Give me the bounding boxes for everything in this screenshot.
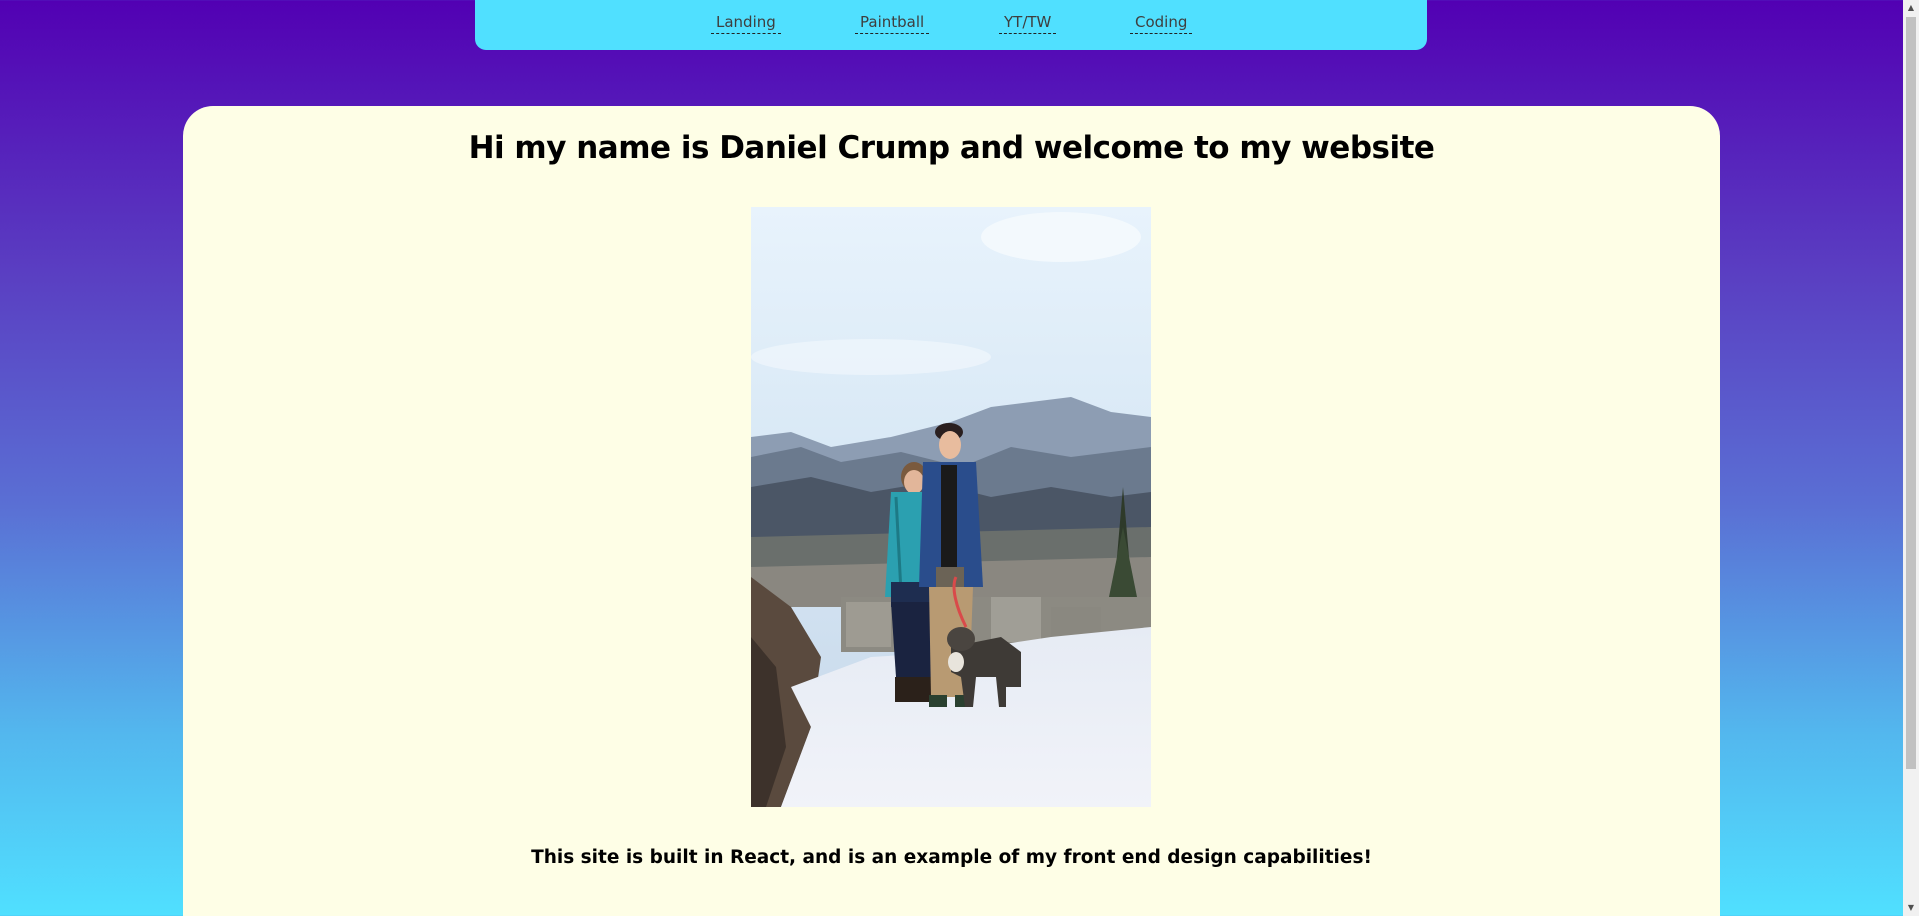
vertical-scrollbar[interactable]: ▲ ▼ [1903,0,1919,916]
nav-link-yt-tw[interactable]: YT/TW [999,13,1057,34]
profile-photo [751,207,1151,807]
site-description: This site is built in React, and is an e… [531,847,1372,868]
top-navbar: Landing Paintball YT/TW Coding [475,0,1427,50]
nav-link-paintball[interactable]: Paintball [855,13,930,34]
nav-link-landing[interactable]: Landing [711,13,781,34]
nav-link-coding[interactable]: Coding [1130,13,1193,34]
main-content-card: Hi my name is Daniel Crump and welcome t… [183,106,1720,916]
scrollbar-thumb[interactable] [1906,17,1916,769]
scroll-up-arrow-icon[interactable]: ▲ [1903,0,1919,16]
scroll-down-arrow-icon[interactable]: ▼ [1903,900,1919,916]
page-title: Hi my name is Daniel Crump and welcome t… [468,130,1435,166]
